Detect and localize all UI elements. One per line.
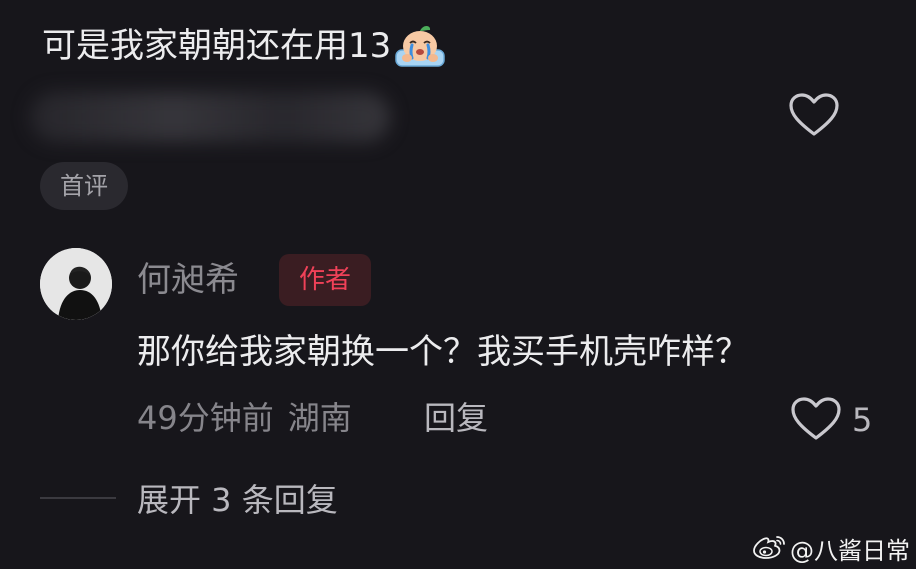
blurred-comment-meta xyxy=(30,92,390,142)
reply-like-count: 5 xyxy=(852,401,873,439)
first-comment-badge: 首评 xyxy=(40,162,128,210)
reply-like-button[interactable] xyxy=(790,396,842,442)
heart-outline-icon xyxy=(791,397,841,440)
author-avatar[interactable] xyxy=(40,248,112,320)
heart-outline-icon xyxy=(789,93,839,136)
reply-meta: 49分钟前 湖南 xyxy=(137,394,352,442)
crying-emoji-icon xyxy=(393,22,447,70)
watermark: @八酱日常 xyxy=(752,530,910,566)
reply-text: 那你给我家朝换一个？我买手机壳咋样？ xyxy=(137,332,749,372)
comment-text-row: 可是我家朝朝还在用13 xyxy=(42,22,447,70)
author-name[interactable]: 何昶希 xyxy=(137,256,239,304)
expand-replies-button[interactable]: 展开 3 条回复 xyxy=(137,476,338,524)
author-tag-badge: 作者 xyxy=(279,254,371,306)
comment-text: 可是我家朝朝还在用13 xyxy=(42,26,392,66)
watermark-text: @八酱日常 xyxy=(790,536,910,565)
weibo-icon xyxy=(753,536,785,559)
reply-location: 湖南 xyxy=(287,399,352,437)
comment-like-button[interactable] xyxy=(788,92,840,138)
reply-button[interactable]: 回复 xyxy=(424,394,488,442)
replies-divider xyxy=(40,497,116,499)
reply-time: 49分钟前 xyxy=(137,399,274,437)
